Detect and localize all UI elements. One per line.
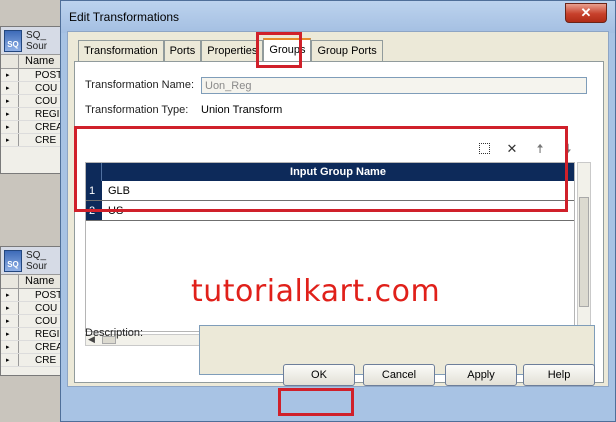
row-arrow-icon: ▸ xyxy=(1,289,19,301)
table-row[interactable]: 1 GLB xyxy=(86,181,574,201)
groups-tab-panel: Transformation Name: Transformation Type… xyxy=(74,61,604,383)
new-icon xyxy=(478,143,490,154)
table-row[interactable]: 2 US xyxy=(86,201,574,221)
down-arrow-icon: 🠇 xyxy=(564,141,572,156)
row-arrow-icon: ▸ xyxy=(1,108,19,120)
move-up-button[interactable]: 🠅 xyxy=(531,140,549,158)
panel-header: SQ SQ_ Sour xyxy=(1,247,65,275)
row-arrow-icon: ▸ xyxy=(1,328,19,340)
delete-group-button[interactable]: ✕ xyxy=(503,140,521,158)
close-icon: ✕ xyxy=(580,5,592,20)
transformation-name-field[interactable] xyxy=(201,77,587,94)
dialog-title: Edit Transformations xyxy=(69,10,180,24)
close-button[interactable]: ✕ xyxy=(565,3,607,23)
source-qualifier-panel-1: SQ SQ_ Sour Name ▸ POST ▸ COU ▸ COU ▸ REGI ▸… xyxy=(0,26,66,174)
panel-header: SQ SQ_ Sour xyxy=(1,27,65,55)
dialog-body: Transformation Ports Properties Groups G… xyxy=(67,31,609,387)
ok-button[interactable]: OK xyxy=(283,364,355,386)
row-arrow-icon: ▸ xyxy=(1,302,19,314)
row-arrow-icon: ▸ xyxy=(1,341,19,353)
column-header: Name xyxy=(1,275,65,289)
row-arrow-icon: ▸ xyxy=(1,95,19,107)
row-arrow-icon: ▸ xyxy=(1,69,19,81)
port-row[interactable]: ▸ CREA xyxy=(1,121,65,134)
cancel-button[interactable]: Cancel xyxy=(363,364,435,386)
grid-header: Input Group Name xyxy=(86,163,574,181)
watermark: tutorialkart.com xyxy=(191,274,441,309)
group-name-cell[interactable]: US xyxy=(102,201,574,220)
help-button[interactable]: Help xyxy=(523,364,595,386)
transformation-name-label: Transformation Name: xyxy=(85,79,195,91)
row-arrow-icon: ▸ xyxy=(1,134,19,146)
row-arrow-icon: ▸ xyxy=(1,315,19,327)
port-row[interactable]: ▸ CRE xyxy=(1,354,65,367)
port-row[interactable]: ▸ CRE xyxy=(1,134,65,147)
description-label: Description: xyxy=(85,327,144,339)
tab-strip: Transformation Ports Properties Groups G… xyxy=(78,38,383,62)
tab-group-ports[interactable]: Group Ports xyxy=(311,40,383,62)
scroll-thumb[interactable] xyxy=(579,197,589,307)
vertical-scrollbar[interactable] xyxy=(577,162,591,332)
group-name-cell[interactable]: GLB xyxy=(102,181,574,200)
panel-subtitle: Sour xyxy=(26,260,48,272)
tab-groups[interactable]: Groups xyxy=(263,38,312,62)
up-arrow-icon: 🠅 xyxy=(536,141,544,156)
source-qualifier-icon: SQ xyxy=(4,249,22,272)
panel-title: SQ_ xyxy=(26,29,47,41)
row-number: 2 xyxy=(86,201,102,220)
port-row[interactable]: ▸ COU xyxy=(1,302,65,315)
panel-title: SQ_ xyxy=(26,249,47,261)
title-bar[interactable]: Edit Transformations ✕ xyxy=(61,1,615,33)
port-row[interactable]: ▸ COU xyxy=(1,95,65,108)
source-qualifier-panel-2: SQ SQ_ Sour Name ▸ POST ▸ COU ▸ COU ▸ REGI ▸… xyxy=(0,246,66,376)
tab-transformation[interactable]: Transformation xyxy=(78,40,164,62)
delete-icon: ✕ xyxy=(506,141,518,156)
port-row[interactable]: ▸ POST xyxy=(1,69,65,82)
port-row[interactable]: ▸ COU xyxy=(1,82,65,95)
tab-ports[interactable]: Ports xyxy=(163,40,202,62)
move-down-button[interactable]: 🠇 xyxy=(559,140,577,158)
row-arrow-icon: ▸ xyxy=(1,121,19,133)
port-row[interactable]: ▸ REGI xyxy=(1,328,65,341)
port-row[interactable]: ▸ REGI xyxy=(1,108,65,121)
source-qualifier-icon: SQ xyxy=(4,29,22,52)
port-row[interactable]: ▸ CREA xyxy=(1,341,65,354)
transformation-type-value: Union Transform xyxy=(201,104,283,116)
edit-transformations-dialog: Edit Transformations ✕ Transformation Po… xyxy=(60,0,616,422)
row-arrow-icon: ▸ xyxy=(1,354,19,366)
row-number: 1 xyxy=(86,181,102,200)
input-group-name-header[interactable]: Input Group Name xyxy=(102,163,574,181)
panel-subtitle: Sour xyxy=(26,40,48,52)
port-row[interactable]: ▸ COU xyxy=(1,315,65,328)
tab-properties[interactable]: Properties xyxy=(201,40,264,62)
transformation-type-label: Transformation Type: xyxy=(85,104,189,116)
apply-button[interactable]: Apply xyxy=(445,364,517,386)
column-header: Name xyxy=(1,55,65,69)
row-arrow-icon: ▸ xyxy=(1,82,19,94)
new-group-button[interactable] xyxy=(475,140,493,158)
port-row[interactable]: ▸ POST xyxy=(1,289,65,302)
